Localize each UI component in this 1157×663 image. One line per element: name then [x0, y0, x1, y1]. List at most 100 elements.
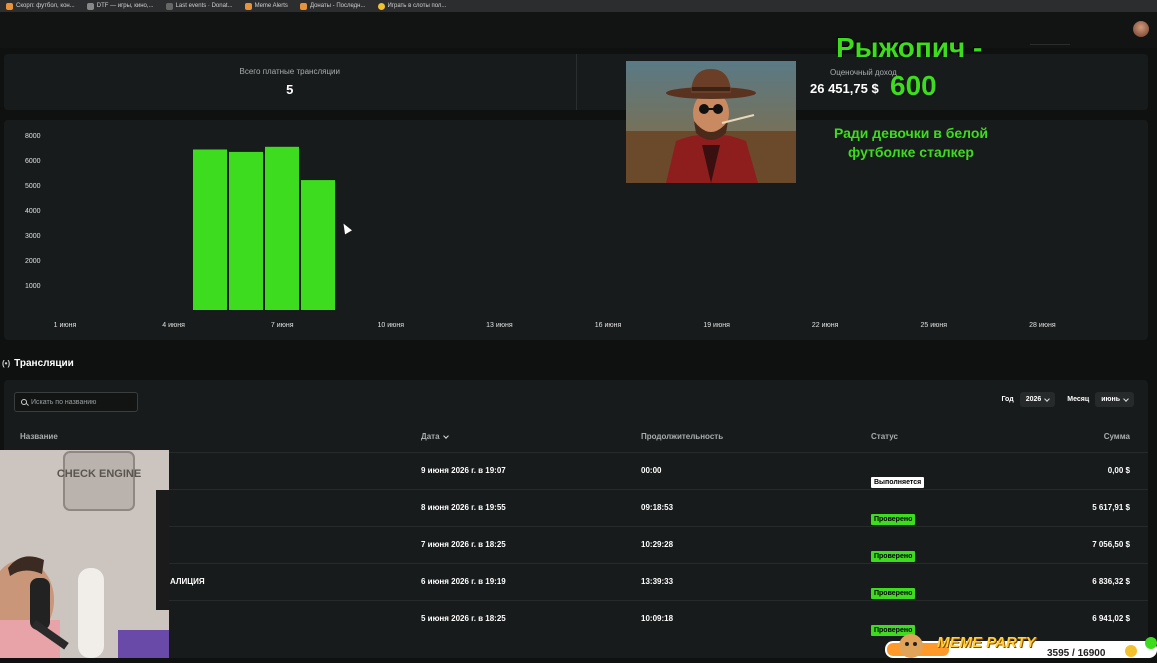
donation-alert-image: [626, 61, 796, 183]
column-duration[interactable]: Продолжительность: [641, 432, 723, 441]
bookmark-5[interactable]: Донаты - Последн...: [299, 2, 366, 10]
x-tick-label: 22 июня: [812, 322, 839, 329]
row-sum: 0,00 $: [1107, 466, 1130, 475]
row-sum: 7 056,50 $: [1092, 540, 1130, 549]
row-name: АЛИЦИЯ: [170, 577, 205, 586]
y-tick-label: 5000: [25, 183, 41, 190]
column-status[interactable]: Статус: [871, 432, 898, 441]
bookmark-6[interactable]: Играть в слоты пол...: [377, 2, 446, 10]
bookmark-favicon-icon: [86, 2, 94, 10]
bookmark-2[interactable]: DTF — игры, кино,...: [86, 2, 154, 10]
paid-broadcasts-value: 5: [286, 82, 294, 97]
column-date-label: Дата: [421, 432, 440, 441]
bookmark-favicon-icon: [165, 2, 173, 10]
bookmark-favicon-icon: [299, 2, 307, 10]
x-tick-label: 10 июня: [378, 322, 405, 329]
x-tick-label: 13 июня: [486, 322, 513, 329]
table-row[interactable]: 7 июня 2026 г. в 18:25 10:29:28 Проверен…: [4, 526, 1148, 563]
neon-sign-text: CHECK ENGINE: [57, 468, 141, 480]
bookmark-1[interactable]: Скорп: футбол, кон...: [6, 2, 75, 10]
chevron-down-icon: [1123, 395, 1129, 402]
bookmarks-bar: Скорп: футбол, кон... DTF — игры, кино,.…: [0, 0, 1157, 12]
y-tick-label: 8000: [25, 133, 41, 140]
search-box[interactable]: [14, 392, 138, 412]
column-name[interactable]: Название: [20, 432, 58, 441]
row-date: 8 июня 2026 г. в 19:55: [421, 503, 506, 512]
bookmark-3[interactable]: Last events · Donat...: [165, 2, 233, 10]
x-tick-label: 4 июня: [162, 322, 185, 329]
month-value: июнь: [1101, 396, 1120, 403]
cowboy-portrait-icon: [626, 61, 796, 183]
x-tick-label: 7 июня: [271, 322, 294, 329]
row-sum: 5 617,91 $: [1092, 503, 1130, 512]
chart-bar[interactable]: [193, 149, 227, 310]
income-label: Оценочный доход: [830, 68, 897, 77]
sort-chevron-icon: [442, 433, 449, 439]
row-duration: 09:18:53: [641, 503, 674, 512]
donation-donor-name: Рыжопич -: [836, 32, 983, 63]
meme-party-widget: MEME PARTY 3595 / 16900: [885, 633, 1157, 659]
income-value: 26 451,75 $: [810, 81, 879, 96]
table-header: Название Дата Продолжительность Статус С…: [4, 432, 1148, 452]
row-duration: 10:29:28: [641, 540, 674, 549]
top-bar: [0, 12, 1157, 48]
year-value: 2026: [1025, 396, 1042, 403]
x-tick-label: 25 июня: [921, 322, 948, 329]
donation-message: Ради девочки в белой футболке сталкер: [833, 125, 989, 160]
chart-bar[interactable]: [301, 180, 335, 310]
search-input[interactable]: [31, 398, 131, 406]
row-duration: 10:09:18: [641, 614, 674, 623]
table-row[interactable]: АЛИЦИЯ 6 июня 2026 г. в 19:19 13:39:33 П…: [4, 563, 1148, 600]
row-date: 6 июня 2026 г. в 19:19: [421, 577, 506, 586]
y-tick-label: 6000: [25, 158, 41, 165]
search-icon: [21, 399, 27, 405]
broadcasts-section-title: (•) Трансляции: [2, 358, 74, 369]
paid-broadcasts-label: Всего платные трансляции: [239, 67, 340, 76]
chevron-down-icon: [1044, 395, 1051, 402]
user-avatar[interactable]: [1133, 21, 1149, 37]
column-sum[interactable]: Сумма: [1104, 432, 1130, 441]
status-badge: Выполняется: [871, 477, 925, 488]
y-tick-label: 1000: [25, 283, 41, 290]
broadcast-icon: (•): [2, 359, 11, 368]
webcam-overlay: CHECK ENGINE: [0, 450, 169, 658]
meme-party-progress: 3595 / 16900: [1047, 648, 1106, 659]
year-label: Год: [1001, 396, 1014, 403]
row-duration: 13:39:33: [641, 577, 674, 586]
meme-party-title: MEME PARTY: [937, 634, 1036, 651]
status-badge: Проверено: [871, 514, 916, 525]
date-filters: Год 2026 Месяц июнь: [1001, 392, 1134, 407]
row-sum: 6 836,32 $: [1092, 577, 1130, 586]
row-date: 7 июня 2026 г. в 18:25: [421, 540, 506, 549]
chart-bar[interactable]: [265, 146, 299, 310]
top-divider: [1030, 44, 1070, 45]
month-label: Месяц: [1067, 396, 1090, 403]
y-tick-label: 4000: [25, 208, 41, 215]
chart-bar[interactable]: [229, 151, 263, 310]
bookmark-favicon-icon: [6, 2, 13, 10]
column-date[interactable]: Дата: [421, 432, 449, 441]
row-date: 9 июня 2026 г. в 19:07: [421, 466, 506, 475]
broadcasts-title-text: Трансляции: [14, 358, 74, 369]
table-row[interactable]: 5 июня 2026 г. в 18:25 10:09:18 Проверен…: [4, 600, 1148, 637]
row-sum: 6 941,02 $: [1092, 614, 1130, 623]
y-tick-label: 2000: [25, 258, 41, 265]
x-tick-label: 16 июня: [595, 322, 622, 329]
x-tick-label: 28 июня: [1029, 322, 1056, 329]
table-row[interactable]: 8 июня 2026 г. в 19:55 09:18:53 Проверен…: [4, 489, 1148, 526]
month-select[interactable]: июнь: [1095, 392, 1134, 407]
paid-broadcasts-stat: Всего платные трансляции 5: [4, 54, 576, 110]
bookmark-favicon-icon: [377, 2, 385, 10]
x-tick-label: 19 июня: [703, 322, 730, 329]
row-duration: 00:00: [641, 466, 662, 475]
bookmark-favicon-icon: [244, 2, 252, 10]
donation-amount: 600: [890, 70, 937, 101]
status-badge: Проверено: [871, 551, 916, 562]
year-select[interactable]: 2026: [1019, 392, 1056, 407]
table-row[interactable]: 9 июня 2026 г. в 19:07 00:00 Выполняется…: [4, 452, 1148, 489]
status-badge: Проверено: [871, 588, 916, 599]
webcam-streamer-icon: CHECK ENGINE: [0, 450, 169, 658]
y-tick-label: 3000: [25, 233, 41, 240]
bookmark-4[interactable]: Meme Alerts: [244, 2, 288, 10]
broadcasts-table: Год 2026 Месяц июнь Название Дата Продол…: [4, 380, 1148, 658]
